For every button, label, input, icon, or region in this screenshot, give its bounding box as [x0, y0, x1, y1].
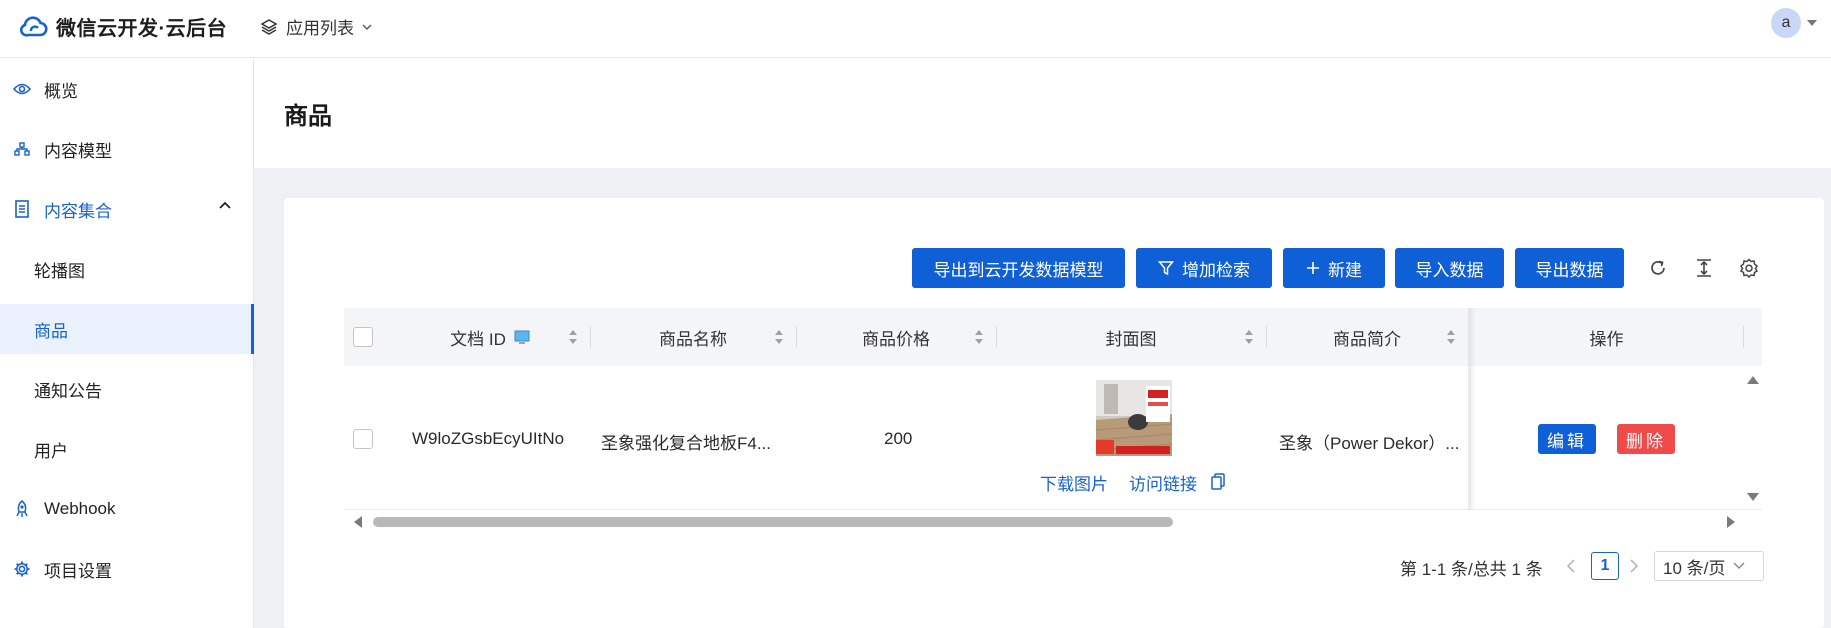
scroll-up-arrow-icon[interactable]: [1747, 375, 1759, 385]
column-header-label: 商品简介: [1333, 329, 1401, 349]
caret-down-icon: [1807, 19, 1817, 27]
sidebar-item-products[interactable]: 商品: [0, 304, 254, 354]
download-image-link[interactable]: 下载图片: [1040, 470, 1108, 495]
sidebar-item-label: 用户: [34, 441, 68, 461]
brand-title: 微信云开发·云后台: [56, 18, 228, 40]
page-number-current[interactable]: 1: [1591, 552, 1619, 580]
column-header-name[interactable]: 商品名称: [590, 308, 796, 366]
export-data-button[interactable]: 导出数据: [1515, 248, 1624, 288]
sidebar-item-label: 内容模型: [44, 141, 112, 161]
sidebar-item-content-collection[interactable]: 内容集合: [0, 184, 253, 234]
plus-icon: [1306, 261, 1320, 275]
pagination-summary: 第 1-1 条/总共 1 条: [1400, 560, 1543, 579]
select-all-checkbox[interactable]: [353, 327, 373, 347]
sidebar-item-label: 商品: [34, 321, 68, 341]
cell-price: 200: [884, 429, 913, 448]
app-list-dropdown[interactable]: 应用列表: [260, 14, 372, 39]
chevron-down-icon: [362, 23, 372, 31]
column-header-label: 封面图: [1105, 329, 1157, 349]
column-header-label: 商品价格: [862, 329, 930, 349]
refresh-icon[interactable]: [1646, 256, 1670, 280]
sidebar-item-overview[interactable]: 概览: [0, 64, 253, 114]
scroll-right-arrow-icon[interactable]: [1726, 516, 1736, 528]
column-header-cover[interactable]: 封面图: [996, 308, 1266, 366]
sidebar-item-label: Webhook: [44, 499, 116, 518]
cell-doc-id: W9loZGsbEcyUItNo: [412, 429, 565, 448]
delete-button[interactable]: 删除: [1617, 424, 1675, 454]
column-header-doc-id[interactable]: 文档 ID: [390, 308, 590, 366]
cloud-logo-icon: [20, 15, 48, 38]
scroll-down-arrow-icon[interactable]: [1747, 492, 1759, 502]
chevron-down-icon: [1733, 562, 1745, 570]
page-header: 商品: [254, 58, 1831, 168]
filter-icon: [1158, 260, 1174, 276]
sidebar-item-webhook[interactable]: Webhook: [0, 484, 253, 534]
sidebar-item-content-model[interactable]: 内容模型: [0, 124, 253, 174]
import-data-button[interactable]: 导入数据: [1395, 248, 1504, 288]
copy-icon[interactable]: [1211, 473, 1225, 491]
sidebar-item-carousel[interactable]: 轮播图: [0, 244, 253, 294]
add-filter-button[interactable]: 增加检索: [1136, 248, 1272, 288]
horizontal-scroll-thumb[interactable]: [373, 517, 1173, 527]
sidebar-item-label: 通知公告: [34, 381, 102, 401]
create-label: 新建: [1328, 260, 1362, 280]
eye-icon: [12, 82, 32, 96]
sort-icon[interactable]: [1244, 328, 1254, 346]
page-size-label: 10 条/页: [1663, 558, 1726, 578]
user-menu[interactable]: a: [1771, 8, 1831, 38]
sidebar-item-label: 概览: [44, 81, 78, 101]
chevron-up-icon[interactable]: [219, 201, 231, 209]
avatar[interactable]: a: [1771, 8, 1801, 38]
column-header-price[interactable]: 商品价格: [796, 308, 996, 366]
sidebar: 概览 内容模型 内容集合 轮播图 商品 通知公告 用户 Webhook 项目设置: [0, 58, 254, 628]
settings-gear-icon[interactable]: [1737, 256, 1761, 280]
column-header-description[interactable]: 商品简介: [1266, 308, 1468, 366]
sitemap-icon: [12, 142, 32, 156]
column-header-label: 商品名称: [659, 329, 727, 349]
column-header-label: 文档 ID: [450, 329, 506, 349]
cover-thumbnail[interactable]: [1096, 380, 1172, 456]
gear-icon: [12, 560, 32, 578]
app-list-label: 应用列表: [286, 19, 354, 38]
page-title: 商品: [284, 103, 332, 130]
visit-link[interactable]: 访问链接: [1129, 470, 1197, 495]
row-checkbox[interactable]: [353, 429, 373, 449]
sidebar-item-label: 轮播图: [34, 261, 85, 281]
create-button[interactable]: 新建: [1283, 248, 1385, 288]
monitor-icon: [514, 329, 530, 345]
sidebar-item-project-settings[interactable]: 项目设置: [0, 544, 253, 594]
cell-product-name: 圣象强化复合地板F4...: [601, 434, 772, 453]
sidebar-item-users[interactable]: 用户: [0, 424, 253, 474]
sort-icon[interactable]: [974, 328, 984, 346]
sidebar-item-label: 内容集合: [44, 201, 112, 221]
edit-button[interactable]: 编辑: [1538, 424, 1596, 454]
cell-description: 圣象（Power Dekor）...: [1279, 434, 1460, 453]
sort-icon[interactable]: [1446, 328, 1456, 346]
layers-icon: [260, 18, 278, 36]
brand[interactable]: 微信云开发·云后台: [20, 12, 227, 41]
next-page-icon[interactable]: [1629, 559, 1639, 573]
sidebar-item-notices[interactable]: 通知公告: [0, 364, 253, 414]
add-filter-label: 增加检索: [1182, 260, 1250, 280]
scroll-left-arrow-icon[interactable]: [353, 516, 363, 528]
sort-icon[interactable]: [568, 328, 578, 346]
rocket-icon: [12, 500, 32, 518]
prev-page-icon[interactable]: [1566, 559, 1576, 573]
top-bar: 微信云开发·云后台 应用列表 a: [0, 0, 1831, 58]
column-height-icon[interactable]: [1692, 256, 1716, 280]
page-size-select[interactable]: 10 条/页: [1654, 551, 1764, 581]
export-to-data-model-button[interactable]: 导出到云开发数据模型: [912, 248, 1125, 288]
document-icon: [12, 200, 32, 218]
actions-column: [1470, 308, 1743, 510]
sort-icon[interactable]: [774, 328, 784, 346]
sidebar-item-label: 项目设置: [44, 561, 112, 581]
